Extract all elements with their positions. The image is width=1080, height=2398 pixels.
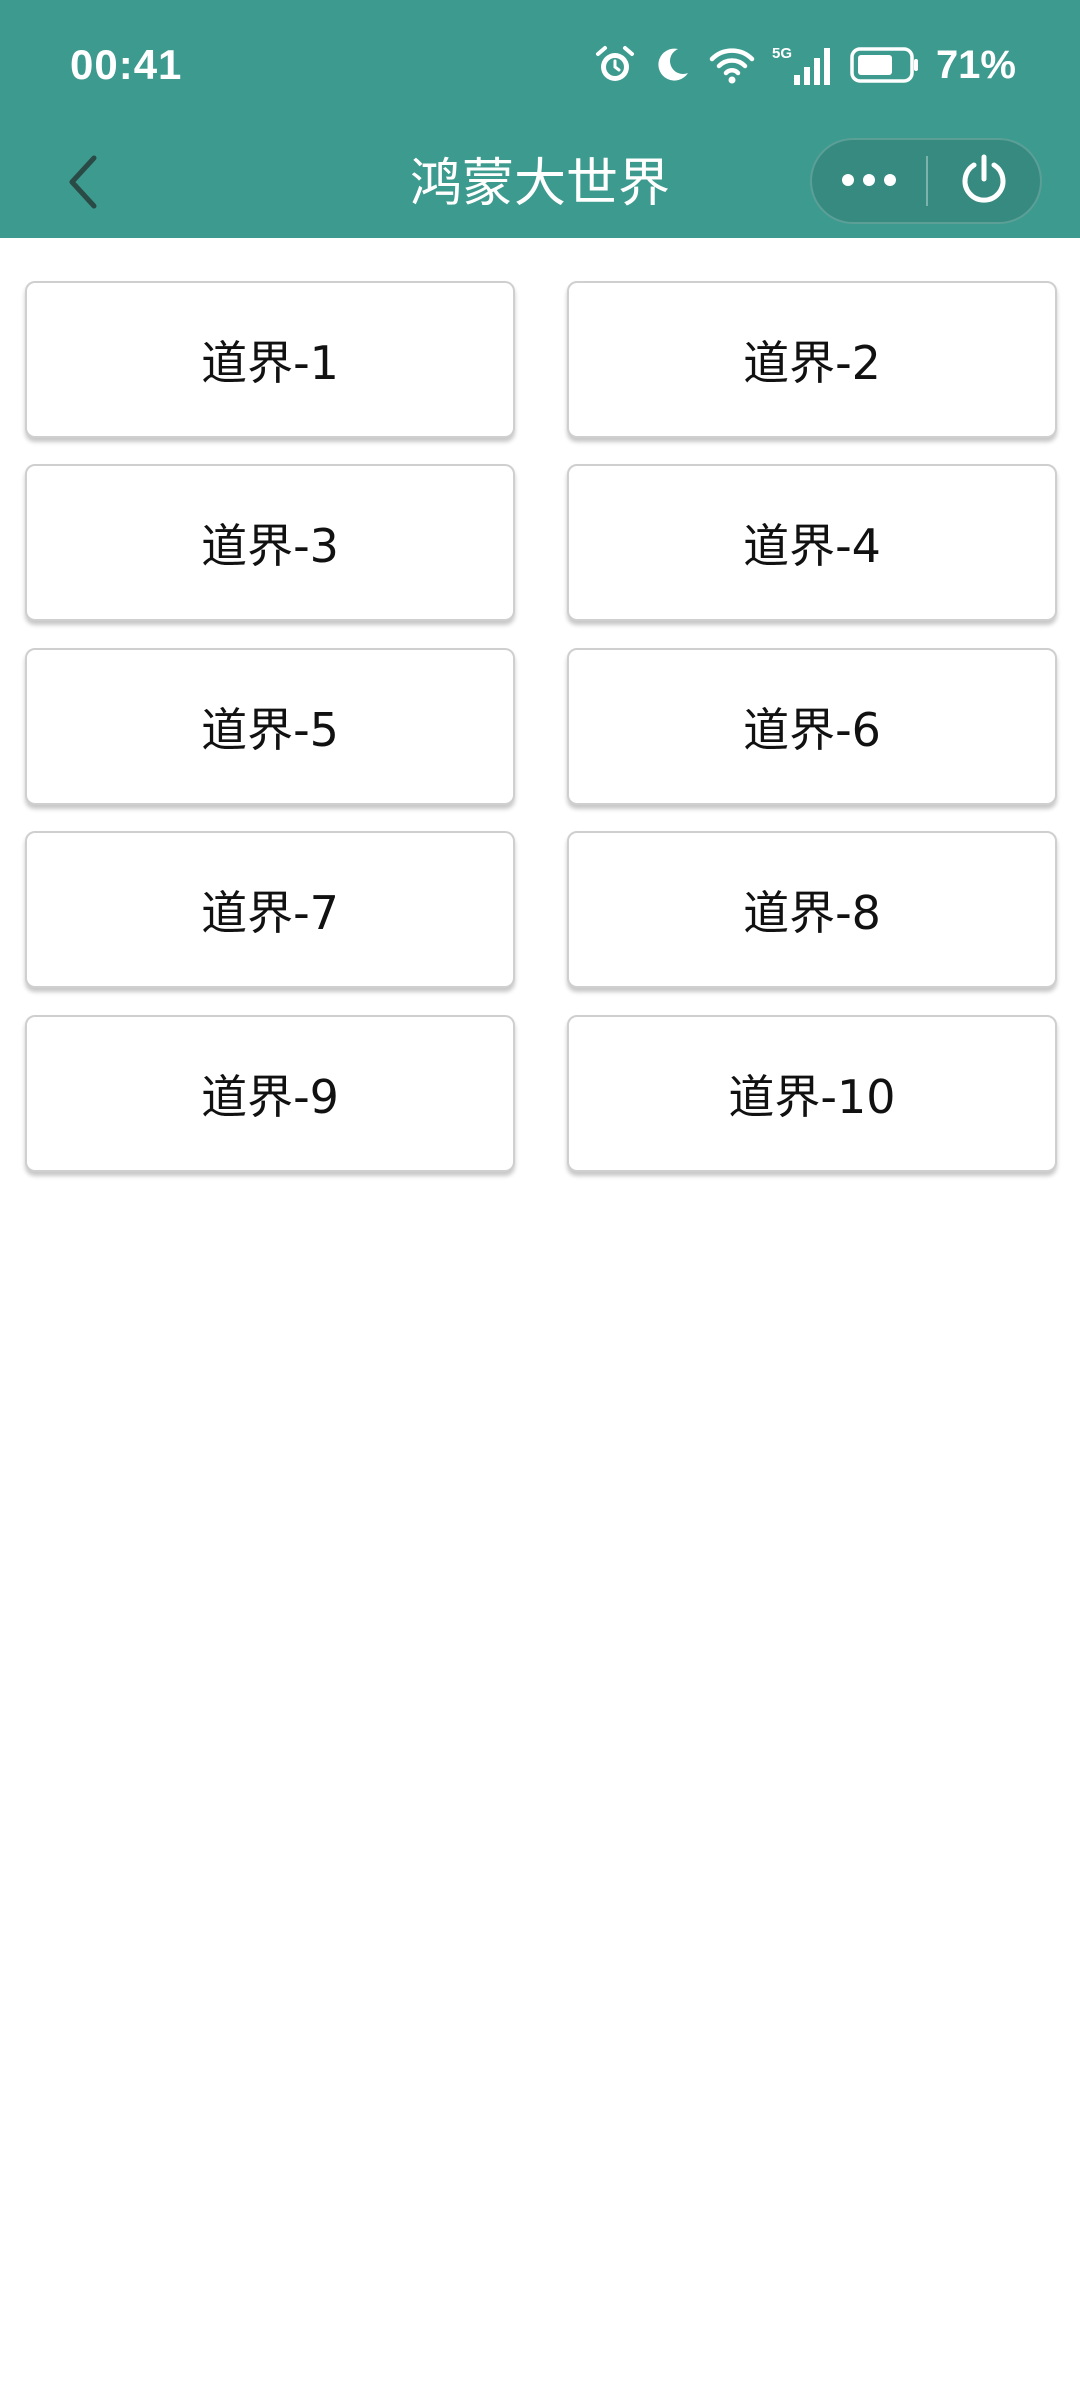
top-bar: 00:41 5G 71% 鸿蒙大世界	[0, 0, 1080, 238]
power-icon	[957, 152, 1011, 210]
more-button[interactable]	[812, 140, 926, 222]
mini-program-capsule	[810, 138, 1042, 224]
battery-icon	[850, 46, 920, 84]
moon-icon	[652, 45, 692, 85]
realm-button-6[interactable]: 道界-6	[567, 648, 1057, 805]
realm-button-4[interactable]: 道界-4	[567, 464, 1057, 621]
status-icons: 5G 71%	[594, 38, 1016, 92]
realm-button-8[interactable]: 道界-8	[567, 831, 1057, 988]
signal-5g-icon: 5G	[772, 43, 834, 87]
realm-button-3[interactable]: 道界-3	[25, 464, 515, 621]
realm-button-2[interactable]: 道界-2	[567, 281, 1057, 438]
close-button[interactable]	[928, 140, 1040, 222]
realm-button-10[interactable]: 道界-10	[567, 1015, 1057, 1172]
alarm-icon	[594, 44, 636, 86]
realm-button-9[interactable]: 道界-9	[25, 1015, 515, 1172]
realm-button-7[interactable]: 道界-7	[25, 831, 515, 988]
wifi-icon	[708, 45, 756, 85]
realm-button-1[interactable]: 道界-1	[25, 281, 515, 438]
more-dots-icon	[841, 172, 897, 191]
network-type-label: 5G	[772, 45, 792, 62]
status-bar: 00:41 5G 71%	[0, 0, 1080, 130]
nav-bar: 鸿蒙大世界	[0, 130, 1080, 238]
realm-button-5[interactable]: 道界-5	[25, 648, 515, 805]
battery-percent: 71%	[935, 43, 1016, 87]
status-time: 00:41	[70, 41, 183, 88]
